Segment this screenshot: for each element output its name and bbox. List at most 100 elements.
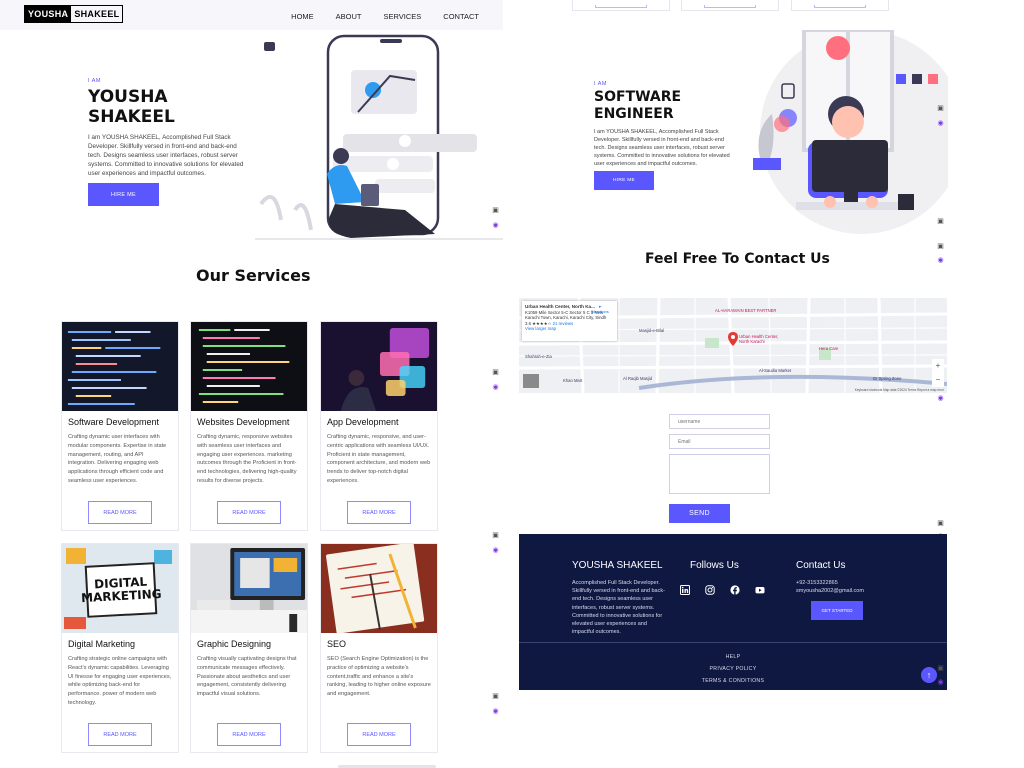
chat-icon[interactable]: ▣ — [491, 368, 500, 377]
read-more-button[interactable]: READ MORE — [217, 723, 281, 746]
hire-me-button[interactable]: HIRE ME — [88, 183, 159, 206]
seo-notebook-image — [321, 544, 437, 633]
service-title: Websites Development — [197, 417, 290, 427]
map-label: Dr Spring Zone — [873, 376, 902, 381]
card-stub — [572, 0, 670, 11]
map-label: Khan Mart — [563, 378, 583, 383]
map-place: Urban Health Center, North Ka... — [525, 304, 595, 309]
chat-icon[interactable]: ▣ — [491, 692, 500, 701]
arrow-up-icon: ↑ — [926, 670, 932, 680]
service-title: Software Development — [68, 417, 160, 427]
nav-services[interactable]: SERVICES — [384, 12, 422, 21]
scroll-to-top-button[interactable]: ↑ — [921, 667, 937, 683]
location-map[interactable]: Urban Health Center, North Ka... K1059 M… — [519, 298, 947, 393]
hero-illustration — [255, 34, 503, 240]
map-label: AL-HARAMAIN BEST PARTNER — [715, 308, 777, 313]
footer-email[interactable]: smyousha2002@gmail.com — [796, 587, 864, 595]
chat-icon[interactable]: ▣ — [936, 664, 945, 673]
hero-eyebrow: I AM — [594, 81, 608, 87]
footer-phone[interactable]: +92-3153322865 — [796, 579, 838, 587]
services-title: Our Services — [196, 266, 311, 285]
service-description: Crafting strategic online campaigns with… — [68, 656, 172, 706]
digital-marketing-image: DIGITAL MARKETING — [62, 544, 178, 633]
hero-description: I am YOUSHA SHAKEEL, Accomplished Full S… — [88, 134, 244, 177]
service-description: Crafting dynamic, responsive websites wi… — [197, 434, 297, 484]
map-reviews[interactable]: 21 reviews — [553, 321, 574, 326]
nav-home[interactable]: HOME — [291, 12, 314, 21]
username-input[interactable] — [669, 414, 770, 429]
chat-icon[interactable]: ▣ — [936, 242, 945, 251]
email-input[interactable] — [669, 434, 770, 449]
hire-me-button[interactable]: HIRE ME — [594, 171, 654, 190]
code-editor-image — [191, 322, 307, 411]
navbar: YOUSHA SHAKEEL HOME ABOUT SERVICES CONTA… — [0, 0, 503, 30]
widget-icon[interactable]: ◉ — [936, 119, 945, 128]
widget-icon[interactable]: ◉ — [936, 394, 945, 403]
map-attribution: Keyboard shortcuts Map data ©2024 Terms … — [854, 388, 944, 392]
hero-description: I am YOUSHA SHAKEEL, Accomplished Full S… — [594, 129, 730, 167]
map-rating: 3.6 — [525, 320, 531, 326]
contact-title: Feel Free To Contact Us — [645, 251, 830, 267]
engineer-illustration — [753, 30, 948, 234]
site-footer: YOUSHA SHAKEEL Accomplished Full Stack D… — [519, 534, 947, 690]
chat-icon[interactable]: ▣ — [936, 519, 945, 528]
widget-icon[interactable]: ◉ — [491, 546, 500, 555]
nav-about[interactable]: ABOUT — [336, 12, 362, 21]
widget-icon[interactable]: ◉ — [936, 256, 945, 265]
map-label: Masjid-e-Bilal — [639, 328, 665, 333]
map-label: Shahrah-e-Zia — [525, 354, 552, 359]
linkedin-icon[interactable] — [680, 585, 690, 595]
widget-icon[interactable]: ◉ — [491, 221, 500, 230]
view-larger-map-link[interactable]: View larger map — [525, 326, 556, 331]
service-card: Software Development Crafting dynamic us… — [61, 321, 179, 531]
zoom-in-icon[interactable]: + — [932, 359, 944, 373]
service-title: Graphic Designing — [197, 639, 272, 649]
chat-icon[interactable]: ▣ — [936, 217, 945, 226]
directions-link[interactable]: ➤ Directions — [591, 304, 609, 314]
read-more-button[interactable]: READ MORE — [347, 501, 411, 524]
facebook-icon[interactable] — [730, 585, 740, 595]
site-logo[interactable]: YOUSHA SHAKEEL — [24, 5, 124, 23]
footer-link-privacy[interactable]: PRIVACY POLICY — [519, 666, 947, 672]
map-pin-icon[interactable] — [728, 332, 738, 346]
service-title: Digital Marketing — [68, 639, 136, 649]
widget-icon[interactable]: ◉ — [936, 678, 945, 687]
hero-name-line2: SHAKEEL — [88, 107, 175, 127]
instagram-icon[interactable] — [705, 585, 715, 595]
map-label: Al-Saudia Market — [759, 368, 792, 373]
get-started-button[interactable]: GET STARTED — [811, 601, 863, 620]
logo-left: YOUSHA — [25, 6, 72, 22]
zoom-out-icon[interactable]: − — [932, 373, 944, 387]
read-more-button[interactable]: READ MORE — [347, 723, 411, 746]
follow-us-title: Follows Us — [690, 560, 739, 571]
chat-icon[interactable]: ▣ — [491, 531, 500, 540]
footer-link-help[interactable]: HELP — [519, 654, 947, 660]
chat-icon[interactable]: ▣ — [491, 206, 500, 215]
service-title: App Development — [327, 417, 399, 427]
app-hologram-image — [321, 322, 437, 411]
footer-link-terms[interactable]: TERMS & CONDITIONS — [519, 678, 947, 684]
card-stub — [791, 0, 889, 11]
message-textarea[interactable] — [669, 454, 770, 494]
youtube-icon[interactable] — [755, 585, 765, 595]
send-button[interactable]: SEND — [669, 504, 730, 523]
service-card: Websites Development Crafting dynamic, r… — [190, 321, 308, 531]
service-title: SEO — [327, 639, 347, 649]
read-more-button[interactable]: READ MORE — [88, 723, 152, 746]
service-card: Graphic Designing Crafting visually capt… — [190, 543, 308, 753]
hero-eyebrow: I AM — [88, 78, 102, 84]
map-zoom-control[interactable]: + − — [932, 359, 944, 387]
card-stub — [681, 0, 779, 11]
chat-icon[interactable]: ▣ — [936, 104, 945, 113]
service-description: SEO (Search Engine Optimization) is the … — [327, 656, 431, 698]
nav-contact[interactable]: CONTACT — [443, 12, 479, 21]
read-more-button[interactable]: READ MORE — [88, 501, 152, 524]
service-card: SEO SEO (Search Engine Optimization) is … — [320, 543, 438, 753]
widget-icon[interactable]: ◉ — [491, 707, 500, 716]
read-more-button[interactable]: READ MORE — [217, 501, 281, 524]
widget-icon[interactable]: ◉ — [491, 383, 500, 392]
service-card: DIGITAL MARKETING Digital Marketing Craf… — [61, 543, 179, 753]
service-card: App Development Crafting dynamic, respon… — [320, 321, 438, 531]
footer-brand: YOUSHA SHAKEEL — [572, 560, 663, 571]
map-label-destination: Urban Health Center, North Karachi — [739, 334, 779, 344]
